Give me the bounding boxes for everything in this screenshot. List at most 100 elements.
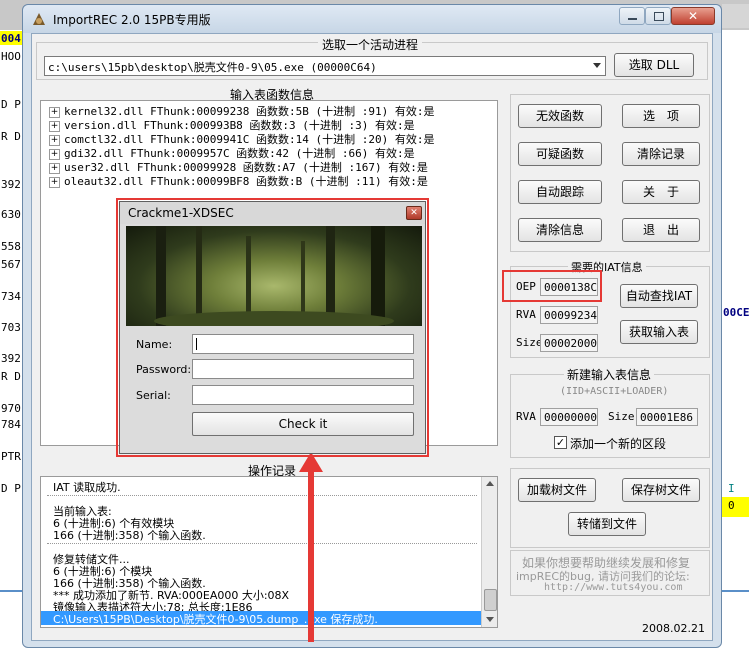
process-select[interactable]: c:\users\15pb\desktop\脱壳文件0-9\05.exe (00… [44,56,606,76]
serial-label: Serial: [136,389,171,402]
bg-blue-line-right [722,590,749,592]
oep-label: OEP [516,280,536,293]
bg-frag: 703 [1,321,21,334]
new-size-input[interactable]: 00001E86 [636,408,698,426]
rva-label: RVA [516,308,536,321]
expand-icon[interactable]: + [49,162,60,174]
tree-item[interactable]: + version.dll FThunk:000993B8 函数数:3 (十进制 … [49,117,415,132]
size-label: Size [516,336,543,349]
log-divider [47,543,477,544]
bg-frag: 558 [1,240,21,253]
bg-frag: R D [1,370,21,383]
exit-button[interactable]: 退 出 [622,218,700,242]
log-line: 166 (十进制:358) 个输入函数. [53,529,206,542]
bg-gray-right [722,4,749,28]
close-button[interactable]: ✕ [671,7,715,25]
password-label: Password: [136,363,192,376]
crackme-titlebar[interactable]: Crackme1-XDSEC ✕ [120,202,425,224]
invalid-funcs-button[interactable]: 无效函数 [518,104,602,128]
log-list[interactable]: IAT 读取成功. 当前输入表: 6 (十进制:6) 个有效模块 166 (十进… [40,476,498,628]
tree-item-label: oleaut32.dll FThunk:00099BF8 函数数:B (十进制 … [64,175,428,188]
red-arrow-shaft [308,470,314,642]
new-import-label: 新建输入表信息 [564,366,655,383]
options-button[interactable]: 选 项 [622,104,700,128]
bg-frag: PTR [1,450,21,463]
clear-info-button[interactable]: 清除信息 [518,218,602,242]
size-input[interactable]: 00002000 [540,334,598,352]
oep-input[interactable]: 0000138C [540,278,598,296]
tree-item[interactable]: + oleaut32.dll FThunk:00099BF8 函数数:B (十进制… [49,173,428,188]
expand-icon[interactable]: + [49,106,60,118]
window-title: ImportREC 2.0 15PB专用版 [53,13,211,27]
scroll-down-icon[interactable] [486,617,494,622]
bg-frag: 630 [1,208,21,221]
close-icon: ✕ [410,208,418,218]
tree-item[interactable]: + comctl32.dll FThunk:0009941C 函数数:14 (十进… [49,131,435,146]
save-tree-button[interactable]: 保存树文件 [622,478,700,502]
load-tree-button[interactable]: 加载树文件 [518,478,596,502]
bg-frag: 970 [1,402,21,415]
name-input[interactable] [192,334,414,354]
process-select-value: c:\users\15pb\desktop\脱壳文件0-9\05.exe (00… [48,61,377,74]
bg-frag: 392 [1,178,21,191]
help-url[interactable]: http://www.tuts4you.com [544,582,682,593]
pick-dll-button[interactable]: 选取 DLL [614,53,694,77]
crackme-close-button[interactable]: ✕ [406,206,422,220]
new-rva-input[interactable]: 00000000 [540,408,598,426]
clear-log-button[interactable]: 清除记录 [622,142,700,166]
bg-frag: 734 [1,290,21,303]
minimize-button[interactable] [619,7,645,25]
log-selected-line[interactable]: C:\Users\15PB\Desktop\脱壳文件0-9\05.dump_.e… [41,611,481,626]
title-bar[interactable]: ImportREC 2.0 15PB专用版 ✕ [23,5,721,33]
bg-yellow-right [722,497,749,517]
crackme-window: Crackme1-XDSEC ✕ Name: Password: Serial:… [119,201,426,454]
maximize-button[interactable] [645,7,671,25]
bg-frag: 004 [1,32,21,45]
bg-frag: D P [1,98,21,111]
expand-icon[interactable]: + [49,148,60,160]
log-scrollbar[interactable] [481,477,497,627]
expand-icon[interactable]: + [49,176,60,188]
serial-input[interactable] [192,385,414,405]
tree-item[interactable]: + user32.dll FThunk:00099928 函数数:A7 (十进制 … [49,159,428,174]
new-size-label: Size [608,410,635,423]
suspicious-button[interactable]: 可疑函数 [518,142,602,166]
bg-frag: 392 [1,352,21,365]
get-imports-button[interactable]: 获取输入表 [620,320,698,344]
log-selected-text: C:\Users\15PB\Desktop\脱壳文件0-9\05.dump_.e… [53,613,378,626]
name-caret [196,338,197,350]
tree-item[interactable]: + kernel32.dll FThunk:00099238 函数数:5B (十进… [49,103,435,118]
bg-frag: R D [1,130,21,143]
name-label: Name: [136,338,173,351]
chevron-down-icon [593,63,601,68]
bg-frag: 784 [1,418,21,431]
password-input[interactable] [192,359,414,379]
auto-trace-button[interactable]: 自动跟踪 [518,180,602,204]
new-rva-label: RVA [516,410,536,423]
bg-frag: 0 [728,499,735,512]
dump-file-button[interactable]: 转储到文件 [568,512,646,536]
scroll-thumb[interactable] [484,589,497,611]
rva-input[interactable]: 00099234 [540,306,598,324]
scroll-up-icon[interactable] [486,481,494,486]
bg-frag: HOO [1,50,21,63]
version-date: 2008.02.21 [642,622,705,635]
log-divider [47,495,477,496]
bg-frag: 00CE [723,306,749,319]
about-button[interactable]: 关 于 [622,180,700,204]
auto-find-iat-button[interactable]: 自动查找IAT [620,284,698,308]
bg-frag: I [728,482,735,495]
app-icon [31,11,47,27]
add-section-checkbox[interactable]: ✓ [554,436,567,449]
minimize-icon [628,18,637,20]
crackme-banner-image [126,226,422,326]
red-arrow [299,452,323,642]
expand-icon[interactable]: + [49,134,60,146]
crackme-title: Crackme1-XDSEC [128,206,234,220]
tree-item[interactable]: + gdi32.dll FThunk:0009957C 函数数:42 (十进制 :… [49,145,415,160]
check-it-button[interactable]: Check it [192,412,414,436]
add-section-label[interactable]: 添加一个新的区段 [570,435,666,452]
process-group-label: 选取一个活动进程 [318,36,423,53]
expand-icon[interactable]: + [49,120,60,132]
log-line: IAT 读取成功. [53,481,121,494]
